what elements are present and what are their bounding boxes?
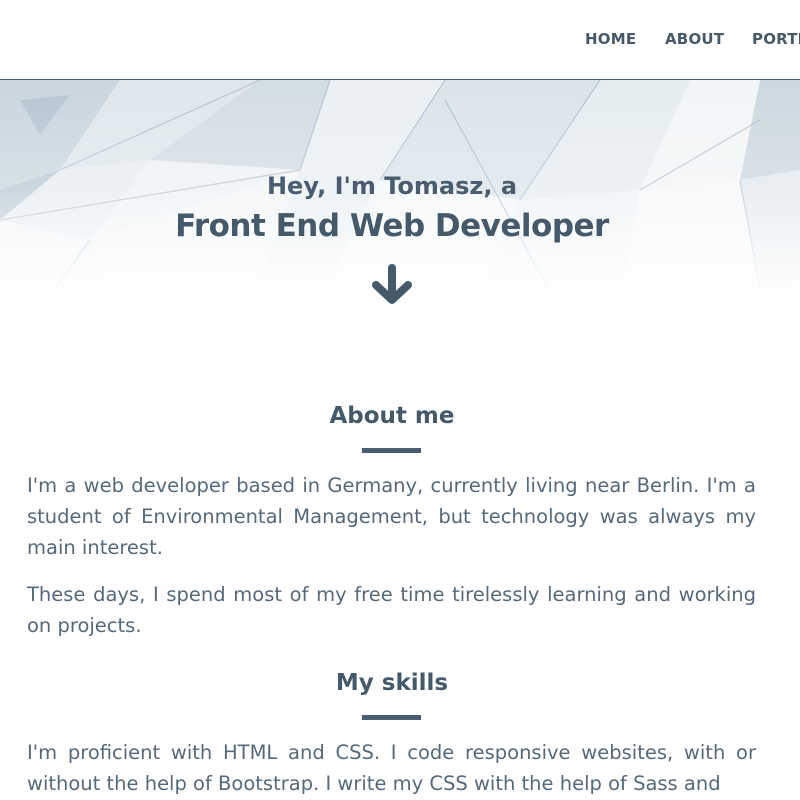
about-heading-rule [362, 448, 421, 453]
skills-heading: My skills [335, 670, 449, 696]
skills-heading-rule [362, 715, 421, 720]
arrow-down-icon[interactable] [370, 264, 414, 306]
skills-paragraph-1: I'm proficient with HTML and CSS. I code… [27, 741, 756, 795]
nav-link-portfolio[interactable]: PORTF [752, 30, 800, 48]
about-heading: About me [329, 403, 455, 429]
nav-link-about[interactable]: ABOUT [665, 30, 724, 48]
navbar: HOME ABOUT PORTF [0, 0, 800, 80]
nav-link-home[interactable]: HOME [585, 30, 636, 48]
hero-title: Front End Web Developer [175, 208, 609, 244]
about-paragraph-2: These days, I spend most of my free time… [27, 583, 756, 637]
hero-subtitle: Hey, I'm Tomasz, a [266, 172, 518, 200]
about-paragraph-1: I'm a web developer based in Germany, cu… [27, 474, 756, 559]
